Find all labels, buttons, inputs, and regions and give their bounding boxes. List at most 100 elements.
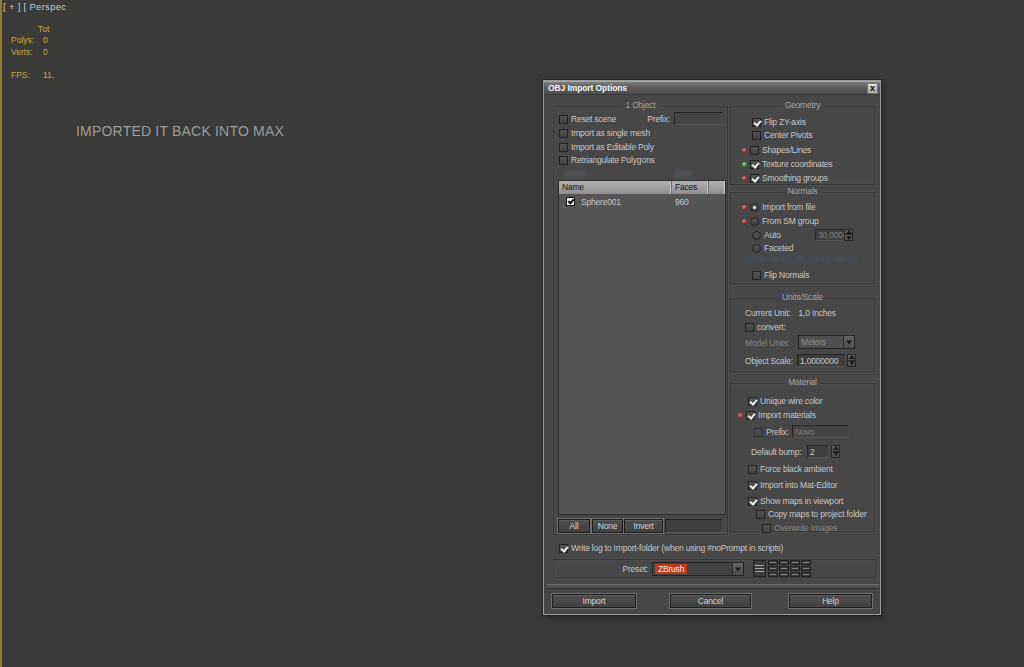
all-button[interactable]: All bbox=[558, 519, 590, 533]
objects-group: 1 Object Reset scene Prefix: Import as s… bbox=[553, 106, 728, 535]
auto-angle-input[interactable]: 30,000 bbox=[815, 229, 844, 241]
current-unit-row: Current Unit: 1,0 Inches bbox=[745, 308, 836, 318]
preset-buttons-cluster bbox=[753, 560, 811, 577]
flip-normals-row: Flip Normals bbox=[752, 270, 809, 280]
preset-dropdown-arrow-icon[interactable] bbox=[732, 563, 743, 575]
editable-poly-checkbox[interactable] bbox=[559, 143, 568, 152]
unique-wire-label: Unique wire color bbox=[760, 396, 822, 406]
reset-scene-checkbox[interactable] bbox=[559, 115, 568, 124]
default-bump-spin-down-icon[interactable] bbox=[831, 452, 840, 459]
column-header-faces[interactable]: Faces bbox=[672, 181, 709, 194]
auto-angle-spin-down-icon[interactable] bbox=[844, 235, 853, 241]
auto-label: Auto bbox=[764, 230, 781, 240]
invert-filter-input[interactable] bbox=[665, 519, 723, 533]
object-list-row[interactable]: Sphere001 960 bbox=[559, 195, 725, 208]
import-from-file-row: Import from file bbox=[742, 202, 815, 212]
object-scale-input[interactable]: 1,0000000 bbox=[797, 354, 846, 367]
preset-dropdown[interactable]: ZBrush bbox=[652, 562, 744, 576]
material-prefix-value: Novo bbox=[795, 427, 814, 437]
smoothing-groups-checkbox[interactable] bbox=[750, 174, 759, 183]
texture-coordinates-checkbox[interactable] bbox=[750, 160, 759, 169]
import-from-file-radio[interactable] bbox=[750, 203, 759, 212]
model-units-label: Model Units: bbox=[745, 338, 790, 348]
preset-list-icon[interactable] bbox=[753, 560, 766, 577]
convert-label: convert: bbox=[757, 322, 786, 332]
preset-label-row: Preset: bbox=[594, 564, 648, 574]
geometry-group-title: Geometry bbox=[781, 100, 825, 110]
auto-angle-value: 30,000 bbox=[818, 230, 843, 240]
model-units-dropdown-arrow-icon[interactable] bbox=[843, 336, 854, 348]
list-header-ghost-artifact bbox=[674, 170, 691, 178]
import-mat-editor-row: Import into Mat-Editor bbox=[748, 480, 837, 490]
from-sm-group-radio[interactable] bbox=[750, 217, 759, 226]
auto-angle-spinner[interactable] bbox=[844, 229, 853, 241]
force-black-label: Force black ambient bbox=[760, 464, 833, 474]
center-pivots-checkbox[interactable] bbox=[752, 131, 761, 140]
normals-group: Normals Import from file From SM group A… bbox=[730, 192, 875, 284]
preset-group: Preset: ZBrush bbox=[553, 559, 876, 578]
object-row-name: Sphere001 bbox=[581, 197, 675, 207]
current-unit-label: Current Unit: bbox=[745, 308, 791, 318]
show-maps-checkbox[interactable] bbox=[748, 497, 757, 506]
reset-scene-label: Reset scene bbox=[571, 114, 616, 124]
default-bump-spinner[interactable] bbox=[831, 445, 840, 458]
shapes-lines-checkbox[interactable] bbox=[750, 146, 759, 155]
dialog-titlebar[interactable]: OBJ Import Options x bbox=[544, 81, 880, 95]
import-materials-checkbox[interactable] bbox=[746, 411, 755, 420]
stats-verts-label: Verts: bbox=[11, 47, 33, 57]
preset-slot-buttons[interactable] bbox=[768, 560, 811, 577]
write-log-label: Write log to Import-folder (when using #… bbox=[571, 543, 783, 553]
force-black-row: Force black ambient bbox=[748, 464, 833, 474]
shapes-lines-led-icon bbox=[742, 148, 747, 153]
object-scale-spin-down-icon[interactable] bbox=[847, 361, 856, 368]
cancel-button[interactable]: Cancel bbox=[670, 594, 751, 608]
convert-checkbox[interactable] bbox=[745, 323, 754, 332]
viewport-label[interactable]: [ + ] [ Perspec bbox=[3, 1, 66, 12]
current-unit-value: 1,0 Inches bbox=[799, 308, 836, 318]
model-units-value: Meters bbox=[799, 337, 843, 347]
unique-wire-row: Unique wire color bbox=[748, 396, 822, 406]
flip-normals-label: Flip Normals bbox=[764, 270, 809, 280]
import-button[interactable]: Import bbox=[552, 594, 636, 608]
material-prefix-checkbox[interactable] bbox=[754, 428, 763, 437]
model-units-dropdown[interactable]: Meters bbox=[798, 335, 855, 349]
stats-verts-value: 0 bbox=[43, 47, 48, 57]
shapes-lines-row: Shapes/Lines bbox=[742, 145, 811, 155]
faceted-radio[interactable] bbox=[752, 244, 761, 253]
copy-maps-checkbox[interactable] bbox=[756, 510, 765, 519]
stats-fps-label: FPS: bbox=[11, 70, 30, 80]
flip-zy-checkbox[interactable] bbox=[752, 118, 761, 127]
objects-prefix-input[interactable] bbox=[674, 112, 723, 125]
material-prefix-input[interactable]: Novo bbox=[792, 425, 849, 438]
object-scale-spinner[interactable] bbox=[847, 354, 856, 367]
auto-radio[interactable] bbox=[752, 231, 761, 240]
flip-normals-checkbox[interactable] bbox=[752, 271, 761, 280]
overwrite-images-checkbox[interactable] bbox=[762, 524, 771, 533]
shapes-lines-label: Shapes/Lines bbox=[762, 145, 811, 155]
object-list[interactable]: Name Faces Sphere001 960 bbox=[558, 180, 726, 515]
write-log-checkbox[interactable] bbox=[559, 544, 568, 553]
object-row-checkbox[interactable] bbox=[566, 197, 575, 206]
default-bump-input[interactable]: 2 bbox=[807, 445, 829, 458]
prefix-label-row: Prefix: bbox=[614, 114, 670, 124]
stats-fps-value: 11, bbox=[43, 70, 54, 80]
invert-button[interactable]: Invert bbox=[624, 519, 663, 533]
force-black-checkbox[interactable] bbox=[748, 465, 757, 474]
import-mat-editor-checkbox[interactable] bbox=[748, 481, 757, 490]
annotation-text: IMPORTED IT BACK INTO MAX bbox=[76, 123, 284, 139]
smoothing-groups-label: Smoothing groups bbox=[762, 173, 828, 183]
none-button[interactable]: None bbox=[592, 519, 623, 533]
from-sm-group-label: From SM group bbox=[762, 216, 818, 226]
close-button[interactable]: x bbox=[867, 83, 878, 94]
retriangulate-row: Retriangulate Polygons bbox=[559, 155, 655, 165]
show-maps-row: Show maps in viewport bbox=[748, 496, 843, 506]
unique-wire-checkbox[interactable] bbox=[748, 397, 757, 406]
single-mesh-row: Import as single mesh bbox=[559, 128, 650, 138]
object-scale-value: 1,0000000 bbox=[800, 356, 838, 366]
column-header-name[interactable]: Name bbox=[559, 181, 672, 194]
retriangulate-checkbox[interactable] bbox=[559, 156, 568, 165]
flip-zy-label: Flip ZY-axis bbox=[764, 117, 806, 127]
column-header-extra[interactable] bbox=[709, 181, 725, 194]
single-mesh-checkbox[interactable] bbox=[559, 129, 568, 138]
help-button[interactable]: Help bbox=[789, 594, 872, 608]
